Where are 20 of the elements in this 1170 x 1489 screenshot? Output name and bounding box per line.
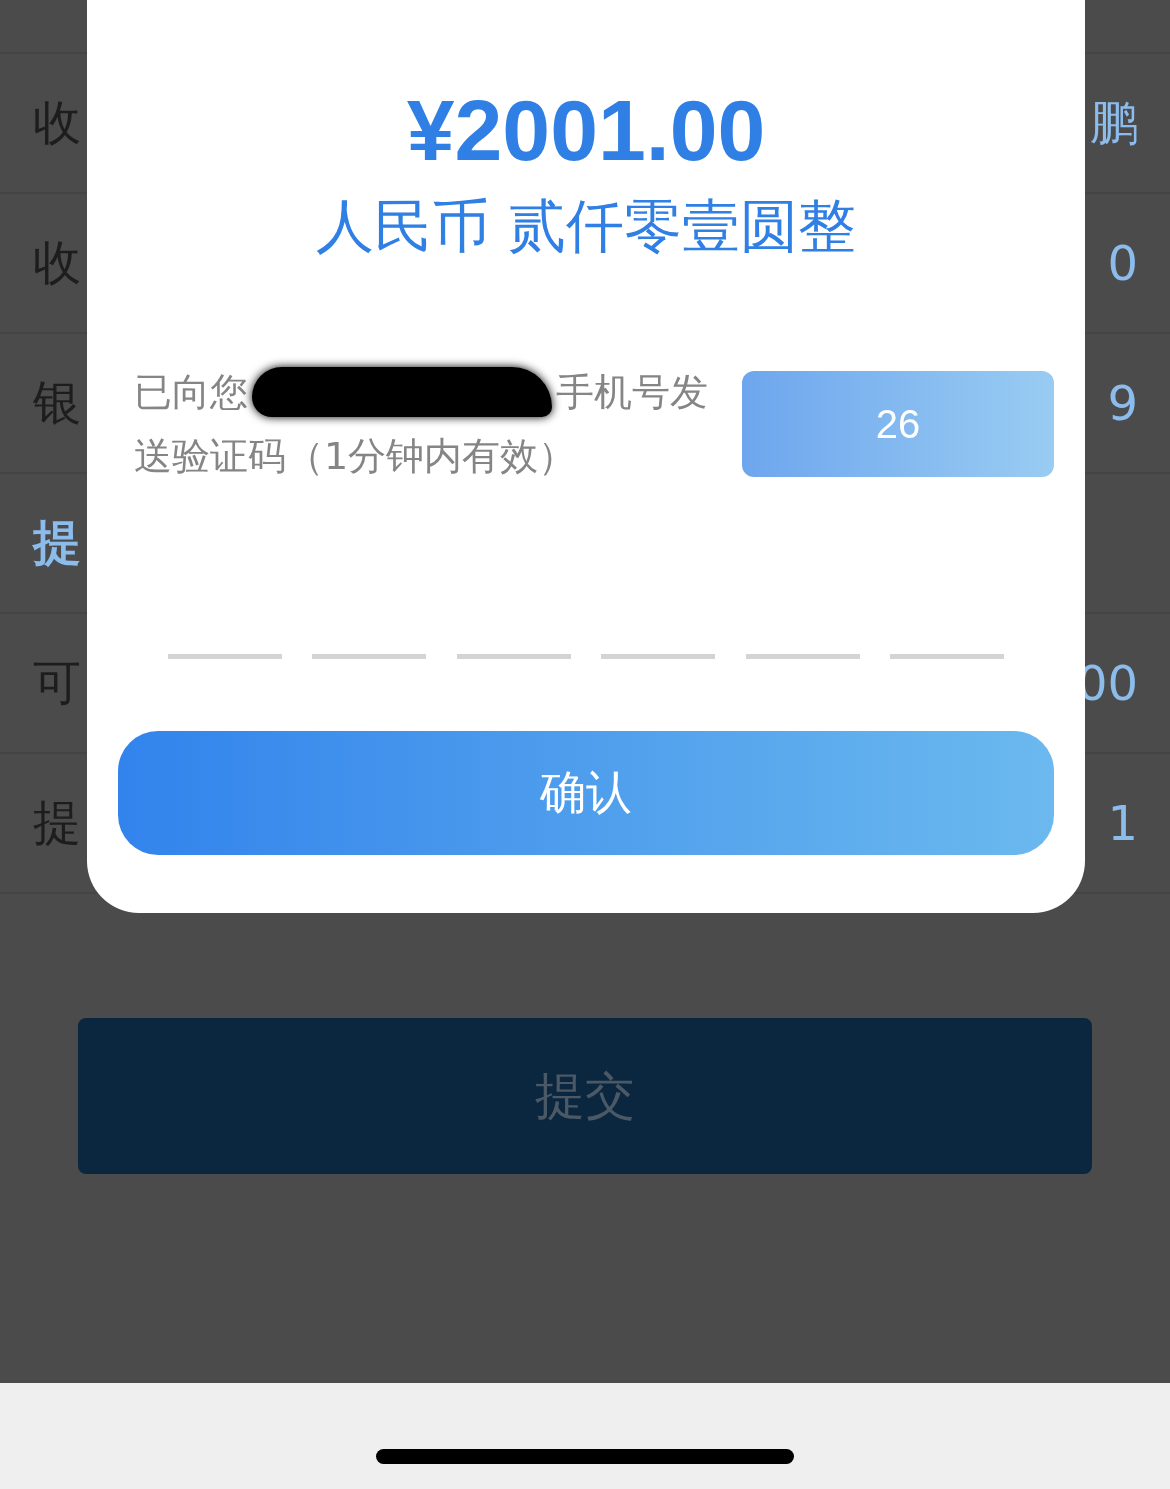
- field-value: 1: [1107, 795, 1138, 851]
- amount-in-words: 人民币 贰仟零壹圆整: [315, 191, 857, 262]
- field-value: 鹏: [1090, 93, 1138, 152]
- sms-notice-text: 送验证码（1分钟内有效）: [134, 433, 577, 480]
- field-value: 0: [1107, 235, 1138, 291]
- code-digit-field[interactable]: [456, 654, 571, 659]
- sms-notice-text: 已向您: [134, 369, 248, 416]
- amount: ¥2001.00: [406, 81, 766, 180]
- countdown-button[interactable]: 26: [742, 371, 1054, 477]
- code-digit-field[interactable]: [889, 654, 1004, 659]
- submit-button[interactable]: 提交: [78, 1018, 1092, 1174]
- code-digit-field[interactable]: [168, 654, 282, 659]
- code-digit-field[interactable]: [601, 654, 716, 659]
- confirm-button[interactable]: 确认: [118, 731, 1054, 855]
- section-title: 提: [33, 513, 81, 572]
- home-indicator[interactable]: [376, 1449, 794, 1464]
- sms-notice-text: 手机号发: [556, 369, 708, 416]
- code-digit-field[interactable]: [745, 654, 860, 659]
- field-value: 9: [1107, 375, 1138, 431]
- code-digit-field[interactable]: [312, 654, 427, 659]
